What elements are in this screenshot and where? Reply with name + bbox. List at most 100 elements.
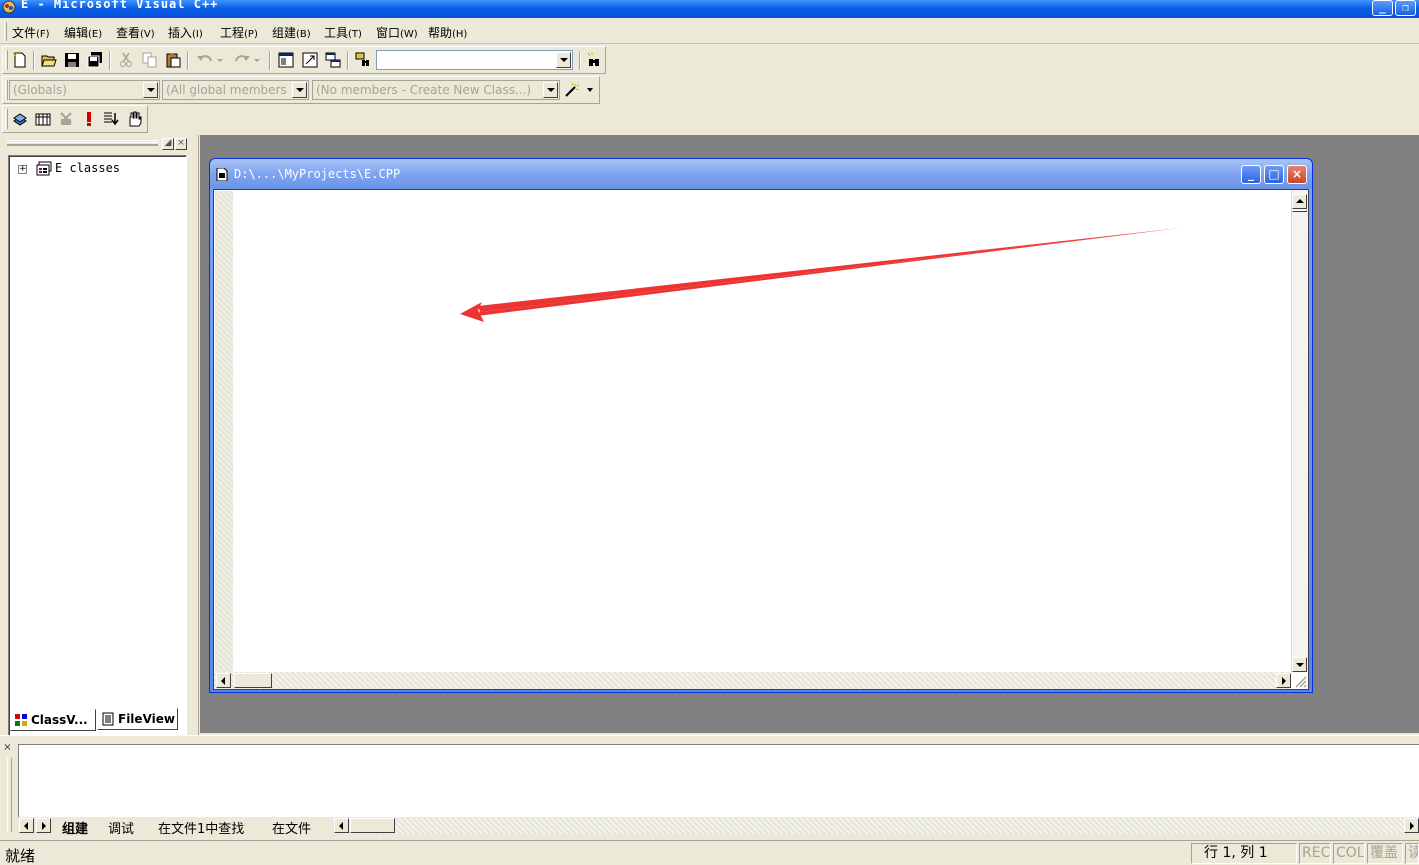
open-folder-icon[interactable] bbox=[41, 52, 57, 68]
menu-tools[interactable]: 工具(T) bbox=[324, 24, 362, 41]
new-file-icon[interactable] bbox=[12, 52, 28, 68]
workspace-pin-button[interactable]: ◢ bbox=[162, 138, 174, 150]
class-combo-text: (Globals) bbox=[13, 83, 67, 97]
visual-cpp-app-icon[interactable] bbox=[1, 0, 17, 14]
find-combo[interactable] bbox=[376, 50, 573, 70]
go-debug-icon[interactable] bbox=[103, 111, 119, 127]
document-minimize-button[interactable]: _ bbox=[1241, 165, 1261, 184]
tab-scroll-left-icon[interactable] bbox=[19, 818, 34, 833]
editor-horizontal-scrollbar[interactable] bbox=[214, 672, 1291, 689]
menu-bar: 文件(F) 编辑(E) 查看(V) 插入(I) 工程(P) 组建(B) 工具(T… bbox=[0, 19, 1419, 44]
toolbar-grip[interactable] bbox=[5, 50, 8, 70]
menubar-grip[interactable] bbox=[4, 22, 7, 41]
menu-help[interactable]: 帮助(H) bbox=[428, 24, 467, 41]
execute-icon[interactable] bbox=[81, 111, 97, 127]
output-scroll-left-icon[interactable] bbox=[334, 818, 349, 833]
output-close-button[interactable]: × bbox=[2, 743, 13, 754]
status-line-column: 行 1, 列 1 bbox=[1191, 843, 1297, 864]
find-binoculars-icon[interactable] bbox=[586, 52, 602, 68]
status-message: 就绪 bbox=[5, 847, 36, 865]
tab-find-in-files-2[interactable]: 在文件 bbox=[272, 818, 311, 837]
members-combo[interactable]: (No members - Create New Class...) bbox=[312, 80, 560, 100]
status-col-indicator: COL bbox=[1333, 843, 1365, 864]
output-pane: × 组建 调试 在文件1中查找 在文件 bbox=[0, 735, 1419, 839]
title-bar[interactable]: E - Microsoft Visual C++ _ ❐ bbox=[0, 0, 1419, 18]
scroll-right-icon[interactable] bbox=[1276, 673, 1291, 688]
output-grip[interactable] bbox=[7, 758, 12, 832]
vertical-scroll-thumb[interactable] bbox=[1292, 210, 1307, 212]
class-combo-dropdown-icon[interactable] bbox=[143, 82, 158, 98]
cut-icon[interactable] bbox=[118, 52, 134, 68]
find-in-files-icon[interactable] bbox=[355, 52, 371, 68]
status-overwrite-indicator: 覆盖 bbox=[1367, 843, 1403, 864]
wizard-action-icon[interactable] bbox=[564, 82, 596, 98]
tab-find-in-files-1[interactable]: 在文件1中查找 bbox=[158, 818, 244, 837]
build-icon[interactable] bbox=[35, 111, 51, 127]
toolbar-grip[interactable] bbox=[5, 109, 8, 129]
workspace-pane: ◢ × + E classes ClassV... FileView bbox=[0, 135, 199, 839]
save-all-icon[interactable] bbox=[87, 52, 103, 68]
class-combo[interactable]: (Globals) bbox=[9, 80, 160, 100]
scroll-down-icon[interactable] bbox=[1292, 657, 1307, 672]
insert-breakpoint-hand-icon[interactable] bbox=[126, 111, 142, 127]
resize-grip-icon[interactable] bbox=[1293, 674, 1307, 688]
find-combo-dropdown-icon[interactable] bbox=[556, 52, 571, 68]
build-minibar-toolbar bbox=[2, 105, 148, 133]
save-icon[interactable] bbox=[64, 52, 80, 68]
filter-combo-dropdown-icon[interactable] bbox=[292, 82, 307, 98]
tab-classview[interactable]: ClassV... bbox=[10, 709, 96, 731]
tab-build-output[interactable]: 组建 bbox=[62, 818, 88, 837]
menu-insert[interactable]: 插入(I) bbox=[168, 24, 203, 41]
status-bar: 就绪 行 1, 列 1 REC COL 覆盖 读 bbox=[0, 840, 1419, 865]
toolbar-separator bbox=[187, 51, 189, 70]
tab-debug-output[interactable]: 调试 bbox=[108, 818, 134, 837]
editor-selection-margin[interactable] bbox=[215, 191, 233, 672]
members-combo-text: (No members - Create New Class...) bbox=[316, 83, 532, 97]
output-horizontal-scrollbar[interactable] bbox=[334, 818, 1419, 834]
undo-icon[interactable] bbox=[196, 52, 224, 68]
filter-combo-text: (All global members bbox=[166, 83, 287, 97]
tree-expand-icon[interactable]: + bbox=[18, 165, 27, 174]
scroll-up-icon[interactable] bbox=[1292, 194, 1307, 209]
menu-edit[interactable]: 编辑(E) bbox=[64, 24, 102, 41]
output-toggle-icon[interactable] bbox=[302, 52, 318, 68]
redo-icon[interactable] bbox=[233, 52, 261, 68]
window-minimize-button[interactable]: _ bbox=[1372, 0, 1393, 16]
menu-window[interactable]: 窗口(W) bbox=[376, 24, 418, 41]
scroll-left-icon[interactable] bbox=[216, 673, 231, 688]
output-text-area[interactable] bbox=[18, 744, 1419, 818]
tree-root-label[interactable]: E classes bbox=[55, 161, 120, 175]
paste-icon[interactable] bbox=[165, 52, 181, 68]
code-editor[interactable] bbox=[213, 189, 1309, 690]
menu-build[interactable]: 组建(B) bbox=[272, 24, 311, 41]
copy-icon[interactable] bbox=[142, 52, 158, 68]
workspace-grip[interactable] bbox=[7, 140, 158, 146]
window-restore-button[interactable]: ❐ bbox=[1395, 0, 1416, 16]
tab-fileview[interactable]: FileView bbox=[97, 708, 178, 730]
filter-combo[interactable]: (All global members bbox=[162, 80, 309, 100]
toolbar-grip[interactable] bbox=[5, 80, 8, 100]
toolbar-separator bbox=[269, 51, 271, 70]
classes-folder-icon bbox=[36, 161, 52, 176]
fileview-tab-icon bbox=[102, 712, 114, 726]
document-close-button[interactable]: × bbox=[1287, 165, 1307, 184]
wizard-bar-toolbar: (Globals) (All global members (No member… bbox=[2, 76, 600, 104]
horizontal-scroll-thumb[interactable] bbox=[234, 673, 272, 688]
menu-file[interactable]: 文件(F) bbox=[12, 24, 50, 41]
tab-scroll-right-icon[interactable] bbox=[36, 818, 51, 833]
workspace-toggle-icon[interactable] bbox=[278, 52, 294, 68]
output-scroll-right-icon[interactable] bbox=[1404, 818, 1419, 833]
compile-icon[interactable] bbox=[12, 111, 28, 127]
stop-build-icon[interactable] bbox=[58, 111, 74, 127]
menu-view[interactable]: 查看(V) bbox=[116, 24, 155, 41]
window-list-icon[interactable] bbox=[325, 52, 341, 68]
output-scroll-thumb[interactable] bbox=[350, 818, 395, 833]
document-title: D:\...\MyProjects\E.CPP bbox=[234, 167, 401, 181]
editor-vertical-scrollbar[interactable] bbox=[1291, 190, 1308, 672]
document-title-bar[interactable]: D:\...\MyProjects\E.CPP _ □ × bbox=[210, 159, 1312, 189]
menu-project[interactable]: 工程(P) bbox=[220, 24, 258, 41]
window-title: E - Microsoft Visual C++ bbox=[21, 0, 219, 11]
members-combo-dropdown-icon[interactable] bbox=[543, 82, 558, 98]
document-maximize-button[interactable]: □ bbox=[1264, 165, 1284, 184]
workspace-close-button[interactable]: × bbox=[175, 138, 187, 150]
